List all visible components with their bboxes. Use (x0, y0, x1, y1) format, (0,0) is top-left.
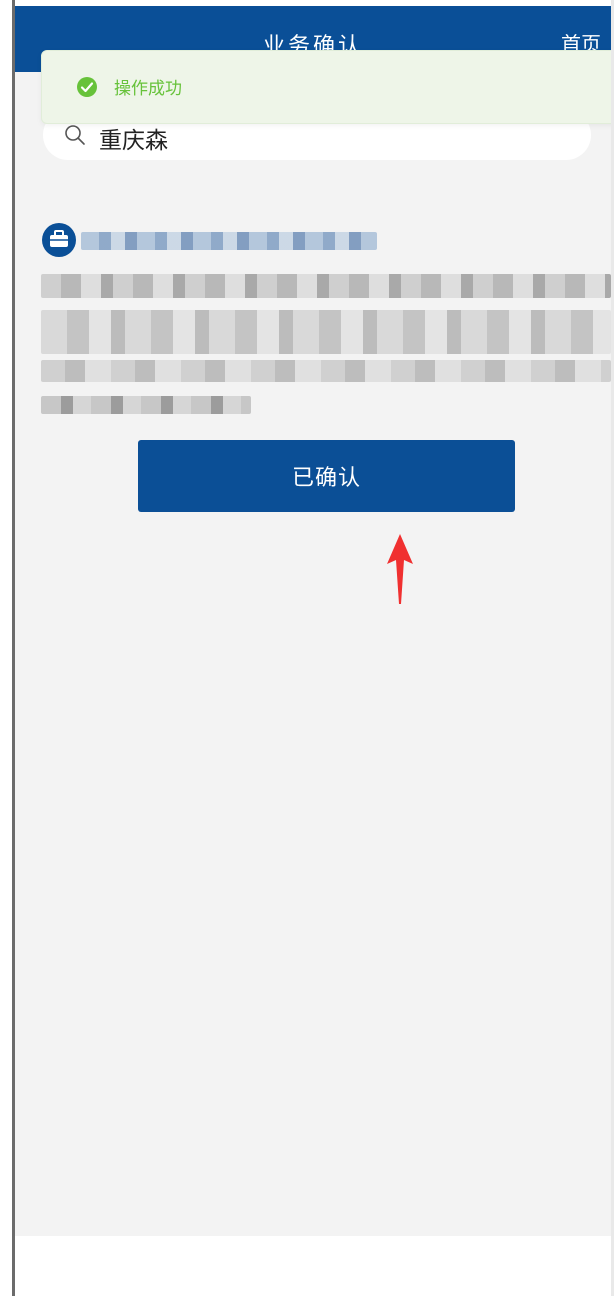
card-detail-redacted (41, 360, 611, 382)
confirmed-button[interactable]: 已确认 (138, 440, 515, 512)
success-toast: 操作成功 (41, 50, 611, 124)
search-input[interactable]: 重庆森 (99, 121, 168, 155)
toast-message: 操作成功 (114, 79, 182, 99)
card-detail-redacted (41, 396, 251, 414)
window-left-margin (0, 0, 12, 1296)
check-circle-icon (77, 77, 97, 97)
card-detail-redacted (41, 310, 611, 354)
card-detail-redacted (41, 274, 611, 298)
search-icon (65, 125, 85, 145)
bottom-bar (15, 1236, 611, 1296)
briefcase-icon (40, 221, 78, 259)
annotation-arrow-icon (387, 534, 413, 604)
card-title-redacted (81, 232, 377, 250)
app-screen: 业务确认 首页 重庆森 已确认 操作成功 (15, 6, 611, 1296)
